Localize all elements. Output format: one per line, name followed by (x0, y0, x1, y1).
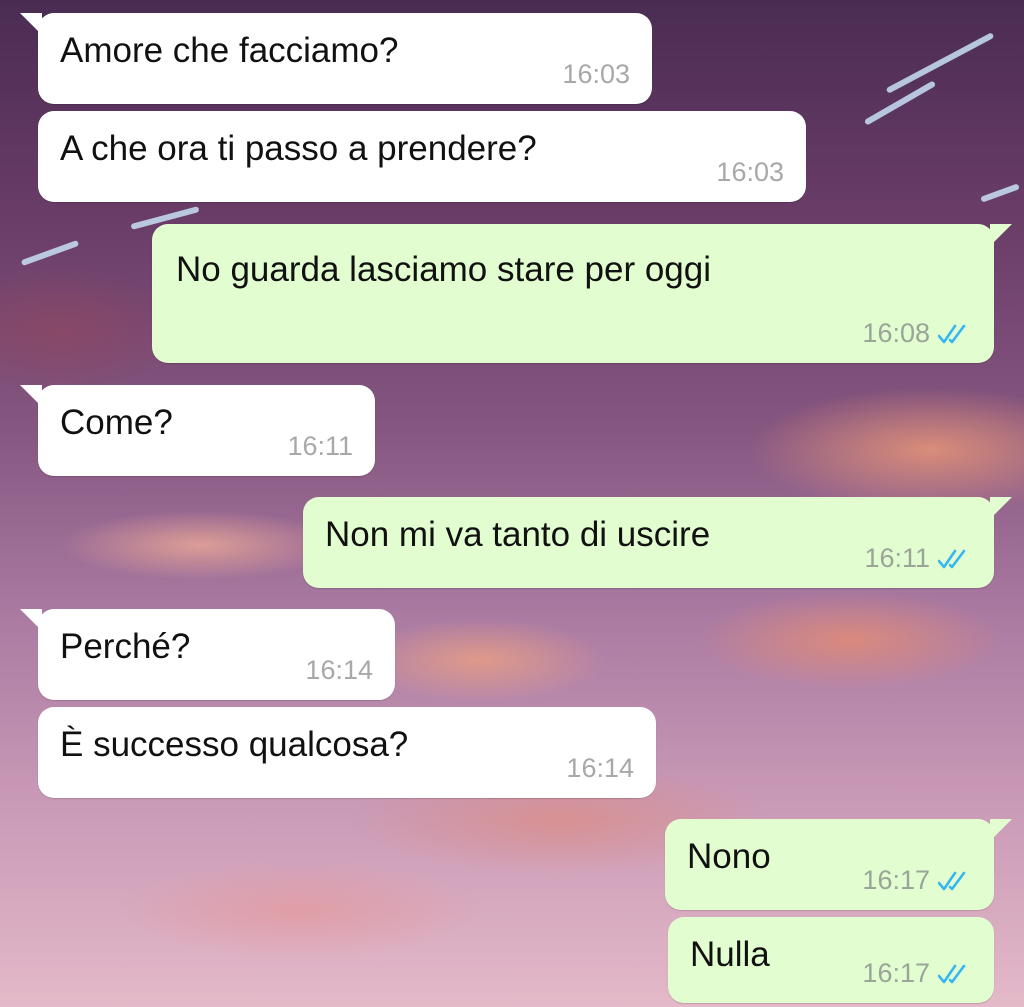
message-incoming[interactable]: Perché? 16:14 (20, 609, 395, 700)
message-outgoing[interactable]: Non mi va tanto di uscire 16:11 (303, 497, 1012, 588)
message-text: Come? (60, 403, 173, 442)
message-time: 16:17 (862, 958, 930, 988)
message-text: Nulla (690, 935, 770, 974)
message-text: Nono (687, 837, 771, 876)
message-incoming[interactable]: Come? 16:11 (20, 385, 375, 476)
message-meta: 16:11 (864, 543, 972, 574)
message-text: Amore che facciamo? (60, 31, 399, 70)
message-time: 16:14 (305, 655, 373, 685)
message-text: A che ora ti passo a prendere? (60, 129, 537, 168)
double-check-icon (938, 871, 966, 890)
message-time: 16:11 (287, 431, 353, 461)
message-meta: 16:08 (862, 318, 972, 349)
message-incoming[interactable]: È successo qualcosa? 16:14 (38, 707, 656, 798)
message-outgoing[interactable]: Nulla 16:17 (668, 917, 994, 1003)
bubble-tail (20, 13, 42, 35)
message-time: 16:08 (862, 318, 930, 348)
message-incoming[interactable]: Amore che facciamo? 16:03 (20, 13, 652, 104)
message-text: È successo qualcosa? (60, 725, 409, 764)
message-meta: 16:03 (562, 59, 630, 90)
message-meta: 16:14 (566, 753, 634, 784)
double-check-icon (938, 549, 966, 568)
message-incoming[interactable]: A che ora ti passo a prendere? 16:03 (38, 111, 806, 202)
sky-streak (20, 239, 80, 267)
message-meta: 16:17 (862, 865, 972, 896)
bubble-tail (20, 609, 42, 631)
message-text: Perché? (60, 627, 191, 666)
message-meta: 16:03 (716, 157, 784, 188)
message-meta: 16:14 (305, 655, 373, 686)
message-time: 16:17 (862, 865, 930, 895)
message-text: No guarda lasciamo stare per oggi (176, 250, 712, 289)
message-time: 16:14 (566, 753, 634, 783)
message-meta: 16:17 (862, 958, 972, 989)
sky-streak (980, 183, 1020, 203)
message-time: 16:03 (562, 59, 630, 89)
bubble-tail (990, 224, 1012, 246)
sky-streak (885, 32, 995, 94)
bubble-tail (990, 497, 1012, 519)
message-meta: 16:11 (287, 431, 353, 462)
message-outgoing[interactable]: Nono 16:17 (665, 819, 1012, 910)
double-check-icon (938, 964, 966, 983)
message-text: Non mi va tanto di uscire (325, 515, 711, 554)
message-outgoing[interactable]: No guarda lasciamo stare per oggi 16:08 (152, 224, 1012, 363)
bubble-tail (990, 819, 1012, 841)
double-check-icon (938, 324, 966, 343)
bubble-tail (20, 385, 42, 407)
message-time: 16:11 (864, 543, 930, 573)
message-time: 16:03 (716, 157, 784, 187)
